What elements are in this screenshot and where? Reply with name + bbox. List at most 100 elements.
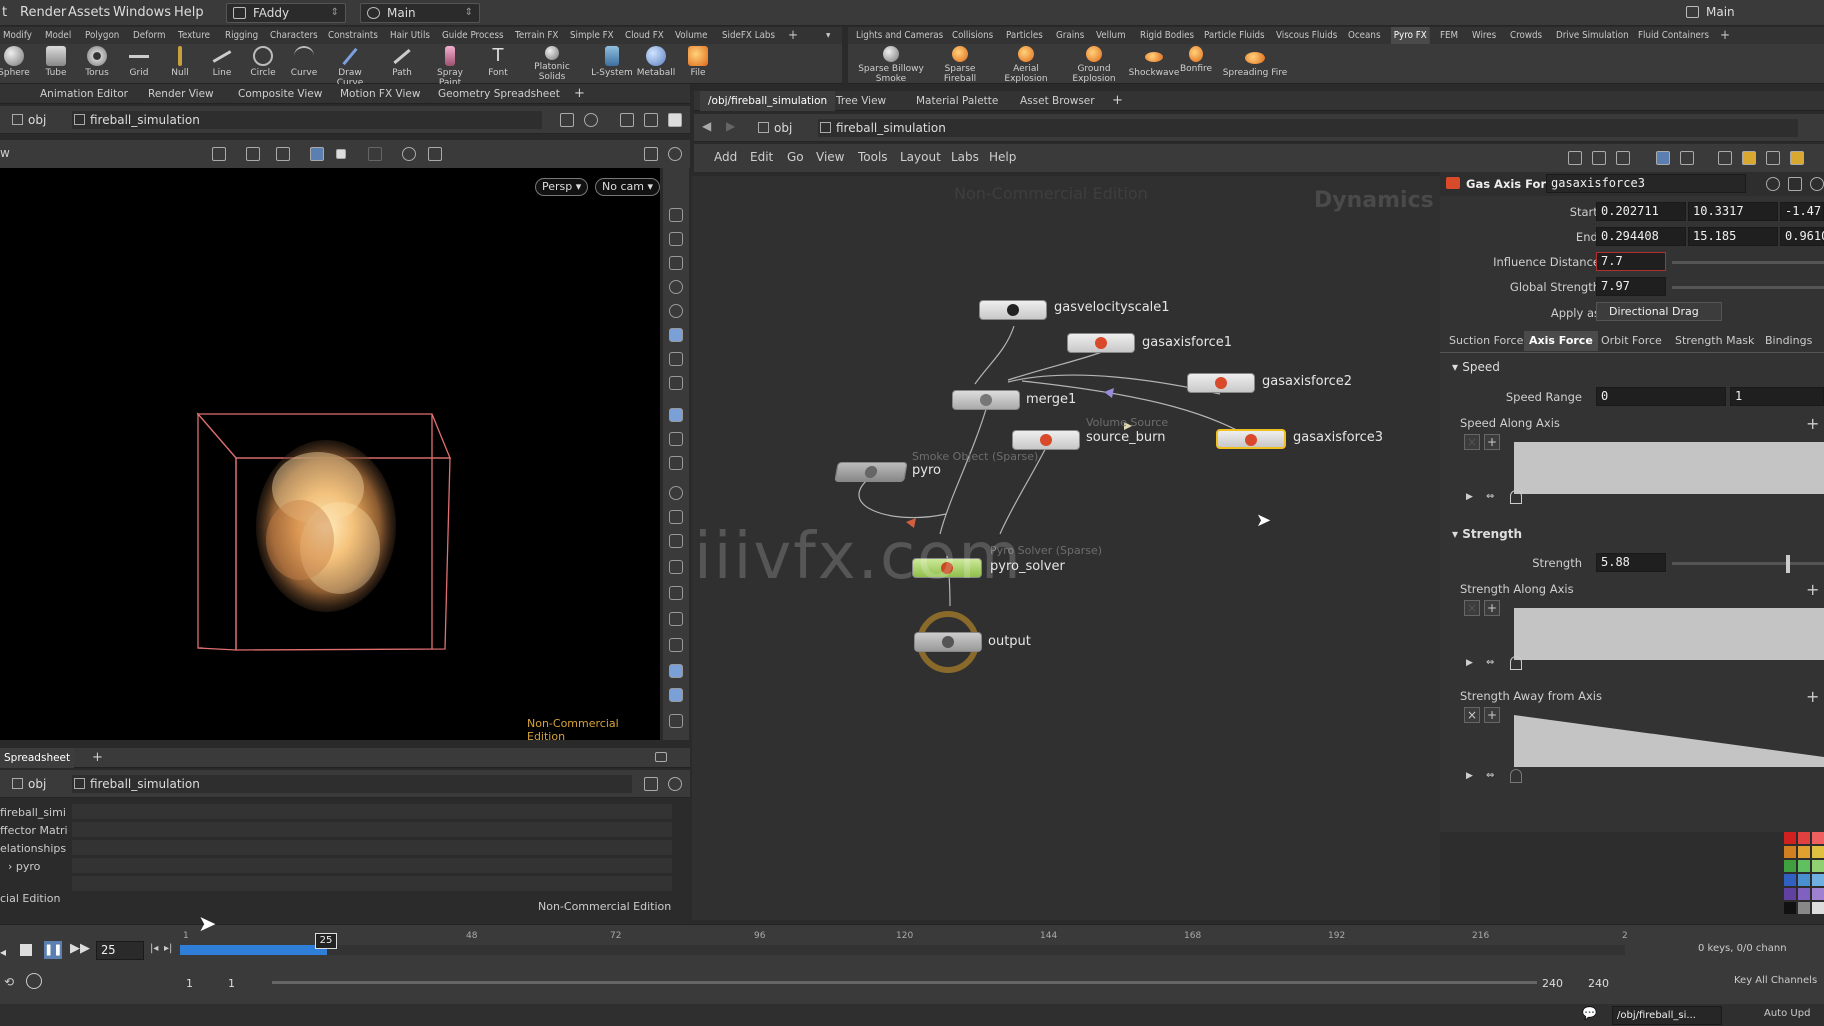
shelf-tab-rigging[interactable]: Rigging — [225, 27, 258, 44]
tool-ground-explosion[interactable]: Ground Explosion — [1066, 46, 1122, 84]
layout-icon[interactable] — [644, 113, 658, 127]
delete-point-button[interactable]: × — [1464, 707, 1480, 723]
shelf-tab-oceans[interactable]: Oceans — [1348, 27, 1381, 44]
desktop-selector[interactable]: FAddy ⇕ — [226, 3, 346, 23]
tab-network-path[interactable]: /obj/fireball_simulation — [700, 91, 836, 111]
speed-range-min[interactable]: 0 — [1596, 387, 1726, 406]
screenshot-icon[interactable] — [428, 147, 442, 161]
tree-item[interactable]: ffector Matri — [0, 824, 68, 837]
menu-item-help[interactable]: Help — [174, 5, 204, 20]
tag-icon[interactable] — [669, 664, 683, 678]
link-icon[interactable]: ⇔ — [1486, 491, 1494, 502]
shelf-tab-collisions[interactable]: Collisions — [952, 27, 993, 44]
perspective-menu[interactable]: Persp ▾ — [535, 178, 589, 196]
tab-composite-view[interactable]: Composite View — [230, 84, 330, 104]
lock-icon[interactable] — [669, 256, 683, 270]
shelf-tab-fluid-containers[interactable]: Fluid Containers — [1638, 27, 1709, 44]
range-slider[interactable] — [272, 981, 1537, 984]
tree-item-pyro[interactable]: › pyro — [8, 860, 40, 873]
breadcrumb-obj[interactable]: obj — [10, 111, 46, 129]
net-menu-view[interactable]: View — [816, 150, 844, 164]
strength-field[interactable]: 5.88 — [1596, 553, 1666, 572]
color-swatch[interactable] — [1812, 860, 1824, 872]
speed-range-max[interactable]: 1 — [1730, 387, 1824, 406]
measure-icon[interactable] — [669, 638, 683, 652]
pin-icon[interactable] — [560, 113, 574, 127]
tool-torus[interactable]: Torus — [75, 46, 119, 78]
chat-icon[interactable]: 💬 — [1582, 1006, 1597, 1020]
tool-grid[interactable]: Grid — [117, 46, 161, 78]
net-menu-help[interactable]: Help — [989, 150, 1016, 164]
node-gasvelocityscale1[interactable] — [979, 300, 1047, 320]
start-point-z[interactable]: -1.47 — [1780, 202, 1824, 221]
strength-slider-knob[interactable] — [1786, 555, 1790, 573]
context-selector[interactable]: Main ⇕ — [360, 3, 480, 23]
color-swatch[interactable] — [1784, 832, 1796, 844]
shading-icon[interactable] — [669, 304, 683, 318]
shelf-tab-polygon[interactable]: Polygon — [85, 27, 119, 44]
list-view-icon[interactable] — [1680, 151, 1694, 165]
end-point-x[interactable]: 0.294408 — [1596, 227, 1686, 246]
timeline-track[interactable] — [180, 945, 1625, 955]
network-link-icon[interactable] — [668, 777, 682, 791]
tree-item[interactable]: elationships — [0, 842, 66, 855]
light-icon[interactable] — [669, 280, 683, 294]
add-point-button[interactable]: + — [1484, 434, 1500, 450]
shelf-tab-constraints[interactable]: Constraints — [328, 27, 378, 44]
delete-point-button[interactable]: × — [1464, 434, 1480, 450]
table-row[interactable] — [72, 840, 672, 856]
camera-view-icon[interactable] — [669, 408, 683, 422]
shelf-tab-lights-cameras[interactable]: Lights and Cameras — [856, 27, 943, 44]
apply-as-dropdown[interactable]: Directional Drag — [1596, 302, 1722, 321]
tab-axis-force[interactable]: Axis Force — [1524, 331, 1598, 351]
key-all-channels-button[interactable]: Key All Channels — [1734, 975, 1817, 986]
shelf-tab-viscous-fluids[interactable]: Viscous Fluids — [1276, 27, 1337, 44]
shelf-tab-deform[interactable]: Deform — [133, 27, 165, 44]
menu-item-assets[interactable]: Assets — [68, 5, 110, 20]
range-start2[interactable]: 1 — [228, 977, 235, 990]
shelf-tab-model[interactable]: Model — [45, 27, 71, 44]
color-swatch[interactable] — [1798, 832, 1810, 844]
add-point-icon[interactable]: + — [1806, 687, 1819, 706]
record-icon[interactable] — [336, 149, 346, 159]
current-frame-field[interactable]: 25 — [96, 941, 144, 960]
arrow-down-icon[interactable] — [669, 714, 683, 728]
next-key-icon[interactable]: ▸| — [164, 943, 172, 954]
flow-icon[interactable] — [669, 612, 683, 626]
end-point-z[interactable]: 0.9610 — [1780, 227, 1824, 246]
color-swatch[interactable] — [1812, 832, 1824, 844]
sticky-note-icon[interactable] — [1742, 151, 1756, 165]
tab-geometry-spreadsheet[interactable]: Geometry Spreadsheet — [430, 84, 568, 104]
network-editor[interactable]: Non-Commercial Edition Dynamics gasveloc… — [692, 176, 1440, 920]
forward-arrow-icon[interactable]: ▶ — [726, 119, 735, 133]
breadcrumb-obj[interactable]: obj — [10, 775, 46, 793]
tool-circle[interactable]: Circle — [241, 46, 285, 78]
color-swatch[interactable] — [1798, 874, 1810, 886]
gear-icon[interactable] — [1766, 177, 1780, 191]
shelf-tab-pyro-fx[interactable]: Pyro FX — [1391, 27, 1430, 44]
strength-away-from-axis-ramp[interactable] — [1514, 715, 1824, 767]
shelf-tab-guide-process[interactable]: Guide Process — [442, 27, 504, 44]
network-box-icon[interactable] — [1790, 151, 1804, 165]
color-swatch[interactable] — [1798, 888, 1810, 900]
section-speed[interactable]: ▾ Speed — [1452, 360, 1500, 374]
tool-line[interactable]: Line — [200, 46, 244, 78]
tool-file[interactable]: File — [676, 46, 720, 78]
add-point-button[interactable]: + — [1484, 707, 1500, 723]
add-shelf-icon[interactable]: + — [1720, 27, 1730, 44]
tool-curve[interactable]: Curve — [282, 46, 326, 78]
pause-button[interactable]: ❚❚ — [44, 941, 62, 959]
frame-marker[interactable]: 25 — [315, 933, 337, 949]
tool-metaball[interactable]: Metaball — [634, 46, 678, 78]
pane-menu-icon[interactable] — [655, 752, 667, 762]
search-icon[interactable] — [1810, 177, 1824, 191]
shelf-tab-grains[interactable]: Grains — [1056, 27, 1084, 44]
add-shelf-icon[interactable]: + — [788, 27, 798, 44]
tab-material-palette[interactable]: Material Palette — [908, 91, 1006, 111]
pen-icon[interactable] — [669, 534, 683, 548]
node-gasaxisforce2[interactable] — [1187, 373, 1255, 393]
tool-platonic-solids[interactable]: Platonic Solids — [530, 46, 574, 82]
add-point-button[interactable]: + — [1484, 600, 1500, 616]
speed-along-axis-ramp[interactable] — [1514, 442, 1824, 494]
node-merge1[interactable] — [952, 390, 1020, 410]
